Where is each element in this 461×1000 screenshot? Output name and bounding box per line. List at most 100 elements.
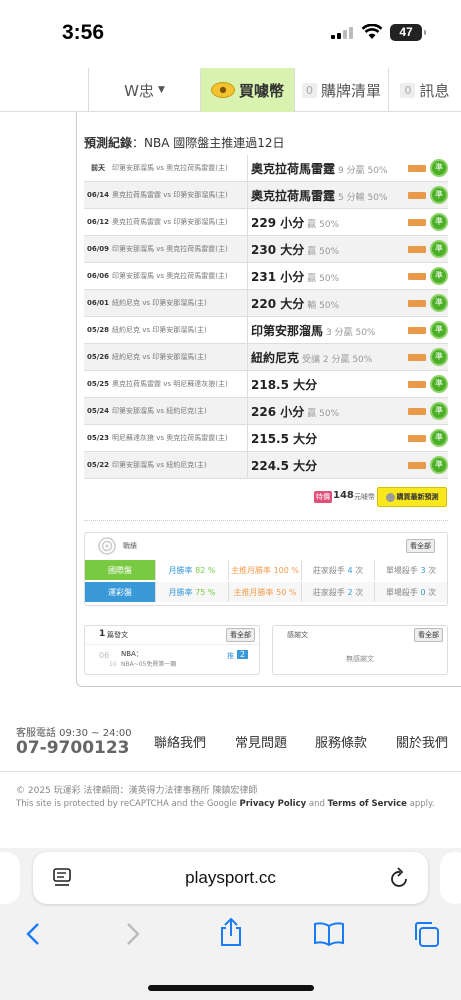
row-result: 輸 50%	[307, 300, 340, 311]
status-badge: 準	[430, 267, 448, 285]
buy-coins-label: 買噱幣	[238, 81, 284, 100]
status-badge: 準	[430, 456, 448, 474]
status-badge: 準	[430, 159, 448, 177]
faq-link[interactable]: 常見問題	[235, 732, 287, 751]
prediction-row: 06/01 紐約尼克 vs 印第安那溜馬(主) 220 大分輸 50% 準	[84, 289, 448, 317]
row-match[interactable]: 奧克拉荷馬雷霆 vs 印第安那溜馬(主)	[112, 181, 248, 209]
price-unit: 元噱幣	[354, 493, 375, 501]
buy-coins-button[interactable]: ● 買噱幣	[201, 68, 295, 112]
analysis-tag-icon[interactable]	[408, 326, 426, 334]
articles-label: 篇發文	[107, 631, 128, 639]
forward-icon[interactable]	[124, 921, 142, 947]
analysis-tag-icon[interactable]	[408, 461, 426, 469]
status-badge: 準	[430, 375, 448, 393]
next-tab-peek	[440, 852, 461, 904]
analysis-tag-icon[interactable]	[408, 272, 426, 280]
analysis-tag-icon[interactable]	[408, 218, 426, 226]
clock: 3:56	[62, 21, 105, 44]
status-badge: 準	[430, 294, 448, 312]
messages-count: 0	[400, 82, 416, 98]
back-icon[interactable]	[24, 921, 42, 947]
contact-link[interactable]: 聯絡我們	[154, 732, 206, 751]
dealer-killer: 莊家殺手 4 次	[301, 560, 374, 580]
hotline-number[interactable]: 07-9700123	[16, 738, 130, 758]
reload-icon[interactable]	[390, 867, 410, 889]
row-date: 05/23	[86, 434, 110, 442]
thanks-empty: 無感謝文	[346, 655, 374, 663]
row-match[interactable]: 紐約尼克 vs 印第安那溜馬(主)	[112, 316, 248, 344]
analysis-tag-icon[interactable]	[408, 380, 426, 388]
article-tag: 推	[227, 652, 234, 660]
thanks-view-all-button[interactable]: 看全部	[414, 628, 443, 642]
user-menu[interactable]: W忠 ▼	[88, 68, 201, 112]
status-badge: 準	[430, 321, 448, 339]
address-bar[interactable]: playsport.cc	[33, 852, 428, 904]
prediction-row: 05/26 紐約尼克 vs 印第安那溜馬(主) 紐約尼克 受讓 2 分贏 50% 準	[84, 343, 448, 371]
record-market-label[interactable]: 國際盤	[85, 560, 155, 580]
prediction-row: 05/25 奧克拉荷馬雷霆 vs 明尼蘇達灰狼(主) 218.5 大分 準	[84, 370, 448, 398]
record-market-label[interactable]: 運彩盤	[85, 582, 155, 602]
row-date: 06/01	[86, 299, 110, 307]
row-match[interactable]: 印第安那溜馬 vs 紐約尼克(主)	[112, 397, 248, 425]
row-result: 9 分贏 50%	[338, 165, 388, 176]
row-pick: 229 小分贏 50%	[248, 214, 406, 231]
row-match[interactable]: 印第安那溜馬 vs 奧克拉荷馬雷霆(主)	[112, 154, 248, 182]
tabs-icon[interactable]	[412, 920, 440, 948]
analysis-tag-icon[interactable]	[408, 353, 426, 361]
record-view-all-button[interactable]: 看全部	[406, 539, 435, 553]
article-item[interactable]: 06 10 NBA： NBA~05免費第一顆 推 2	[85, 644, 259, 674]
analysis-tag-icon[interactable]	[408, 164, 426, 172]
row-match[interactable]: 明尼蘇達灰狼 vs 奧克拉荷馬雷霆(主)	[112, 424, 248, 452]
about-link[interactable]: 關於我們	[396, 732, 448, 751]
row-match[interactable]: 印第安那溜馬 vs 奧克拉荷馬雷霆(主)	[112, 262, 248, 290]
messages-link[interactable]: 0 訊息	[389, 68, 461, 112]
row-pick: 紐約尼克 受讓 2 分贏 50%	[248, 349, 406, 366]
row-match[interactable]: 印第安那溜馬 vs 奧克拉荷馬雷霆(主)	[112, 235, 248, 263]
row-date: 前天	[91, 164, 105, 172]
tos-link[interactable]: Terms of Service	[328, 799, 407, 809]
price-bar: 特價 148 元噱幣 購買最新預測	[84, 486, 448, 510]
wifi-icon	[361, 24, 383, 39]
home-indicator	[148, 985, 314, 991]
privacy-link[interactable]: Privacy Policy	[240, 799, 307, 809]
dealer-killer: 莊家殺手 2 次	[301, 582, 374, 602]
row-pick: 230 大分贏 50%	[248, 241, 406, 258]
articles-box: 1 篇發文 看全部 06 10 NBA： NBA~05免費第一顆 推 2	[84, 625, 260, 675]
prediction-row: 06/14 奧克拉荷馬雷霆 vs 印第安那溜馬(主) 奧克拉荷馬雷霆 5 分輸 50%…	[84, 181, 448, 209]
row-match[interactable]: 紐約尼克 vs 印第安那溜馬(主)	[112, 343, 248, 371]
prediction-row: 06/09 印第安那溜馬 vs 奧克拉荷馬雷霆(主) 230 大分贏 50% 準	[84, 235, 448, 263]
articles-count: 1	[99, 629, 106, 639]
row-pick-value: 224.5 大分	[251, 458, 318, 473]
analysis-tag-icon[interactable]	[408, 191, 426, 199]
analysis-tag-icon[interactable]	[408, 434, 426, 442]
single-killer: 單場殺手 0 次	[374, 582, 447, 602]
row-pick-value: 229 小分	[251, 215, 305, 230]
prediction-title: 預測紀錄：NBA 國際盤主推連過12日	[84, 134, 285, 151]
recaptcha-note: This site is protected by reCAPTCHA and …	[16, 799, 435, 809]
single-killer: 單場殺手 3 次	[374, 560, 447, 580]
analysis-tag-icon[interactable]	[408, 407, 426, 415]
main-monthly-rate: 主推月勝率 50 %	[228, 582, 301, 602]
row-result: 贏 50%	[307, 273, 340, 284]
status-badge: 準	[430, 240, 448, 258]
row-match[interactable]: 印第安那溜馬 vs 紐約尼克(主)	[112, 451, 248, 479]
terms-link[interactable]: 服務條款	[315, 732, 367, 751]
row-pick: 224.5 大分	[248, 457, 406, 474]
row-pick-value: 226 小分	[251, 404, 305, 419]
row-date: 05/28	[86, 326, 110, 334]
copyright: © 2025 玩運彩 法律顧問：漢英得力法律事務所 陳鎮宏律師	[16, 786, 258, 796]
analysis-tag-icon[interactable]	[408, 299, 426, 307]
articles-view-all-button[interactable]: 看全部	[226, 628, 255, 642]
price-value: 148	[333, 490, 354, 501]
share-icon[interactable]	[218, 917, 244, 947]
row-pick: 奧克拉荷馬雷霆 9 分贏 50%	[248, 160, 406, 177]
bookmarks-icon[interactable]	[313, 921, 345, 947]
analysis-tag-icon[interactable]	[408, 245, 426, 253]
status-bar: 3:56 47	[0, 0, 461, 60]
row-match[interactable]: 奧克拉荷馬雷霆 vs 明尼蘇達灰狼(主)	[112, 370, 248, 398]
coin-icon	[385, 492, 395, 502]
row-match[interactable]: 紐約尼克 vs 印第安那溜馬(主)	[112, 289, 248, 317]
row-match[interactable]: 奧克拉荷馬雷霆 vs 印第安那溜馬(主)	[112, 208, 248, 236]
buy-latest-button[interactable]: 購買最新預測	[377, 487, 447, 507]
cart-link[interactable]: 0 購牌清單	[295, 68, 389, 112]
